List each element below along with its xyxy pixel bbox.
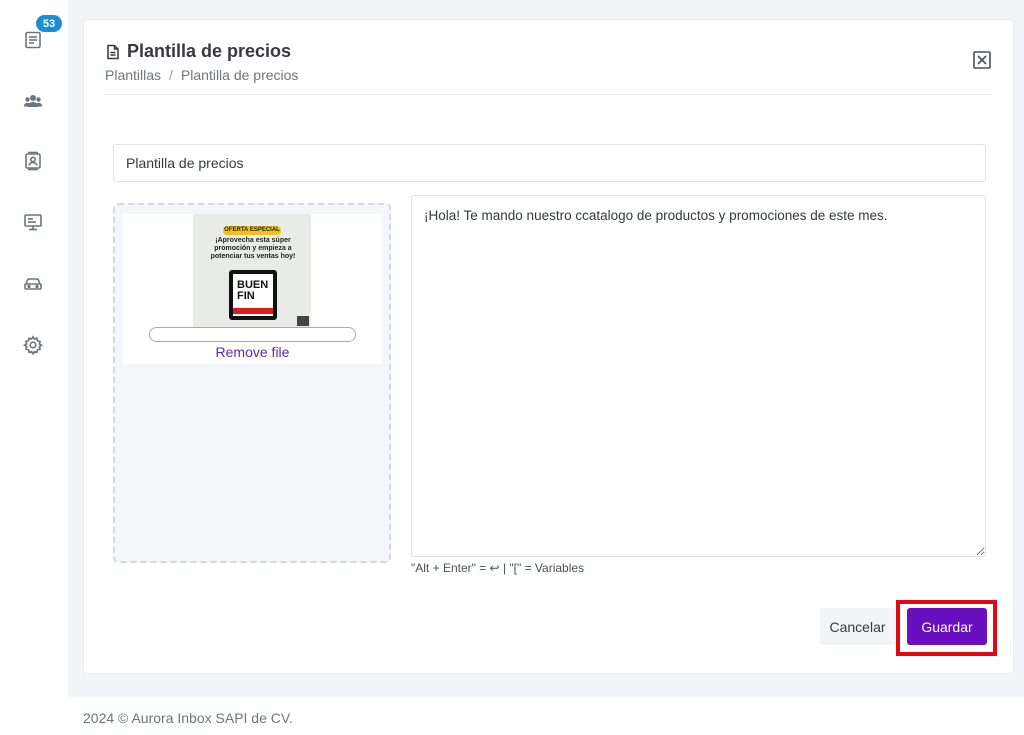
document-icon: [107, 44, 119, 59]
template-name-input[interactable]: [113, 144, 986, 182]
gear-icon: [23, 335, 43, 355]
sidebar: 53: [0, 0, 68, 735]
sidebar-item-monitor[interactable]: [22, 211, 44, 233]
sidebar-item-inbox[interactable]: [22, 29, 44, 51]
sidebar-item-vehicles[interactable]: [22, 272, 44, 294]
thumbnail-box-bar: [233, 308, 273, 314]
upload-progress-bar: [149, 327, 356, 342]
thumbnail-tag: OFERTA ESPECIAL: [223, 226, 281, 235]
breadcrumb: Plantillas / Plantilla de precios: [105, 67, 298, 83]
breadcrumb-item-plantillas[interactable]: Plantillas: [105, 67, 161, 83]
inbox-badge: 53: [36, 15, 62, 32]
close-button[interactable]: [972, 50, 992, 70]
header-divider: [105, 94, 993, 95]
file-preview: OFERTA ESPECIAL ¡Aprovecha esta súper pr…: [123, 214, 382, 364]
qr-code-icon: [297, 316, 309, 326]
page-title-text: Plantilla de precios: [127, 41, 292, 61]
users-icon: [23, 95, 43, 107]
close-icon: [973, 51, 991, 69]
cancel-button[interactable]: Cancelar: [820, 608, 895, 645]
inbox-icon: [25, 31, 41, 49]
sidebar-item-users[interactable]: [22, 90, 44, 112]
thumbnail-box-text: BUEN FIN: [237, 279, 269, 302]
file-dropzone[interactable]: OFERTA ESPECIAL ¡Aprovecha esta súper pr…: [113, 203, 391, 563]
page-title: Plantilla de precios: [105, 41, 291, 62]
breadcrumb-item-current: Plantilla de precios: [180, 67, 299, 83]
shortcut-hint: "Alt + Enter" = ↩ | "[" = Variables: [411, 561, 585, 575]
sidebar-item-contacts[interactable]: [22, 150, 44, 172]
footer-copyright: 2024 © Aurora Inbox SAPI de CV.: [83, 710, 293, 726]
message-textarea[interactable]: ¡Hola! Te mando nuestro ccatalogo de pro…: [411, 195, 986, 557]
save-button[interactable]: Guardar: [907, 608, 987, 645]
template-editor-card: Plantilla de precios Plantillas / Planti…: [83, 19, 1014, 674]
breadcrumb-separator: /: [169, 67, 173, 83]
thumbnail-box: BUEN FIN: [229, 270, 277, 320]
remove-file-link[interactable]: Remove file: [123, 344, 382, 360]
sidebar-item-settings[interactable]: [22, 334, 44, 356]
car-icon: [24, 278, 42, 290]
contact-card-icon: [25, 151, 41, 171]
file-thumbnail: OFERTA ESPECIAL ¡Aprovecha esta súper pr…: [193, 214, 311, 327]
monitor-icon: [24, 214, 42, 231]
thumbnail-headline: ¡Aprovecha esta súper promoción y empiez…: [210, 237, 296, 260]
